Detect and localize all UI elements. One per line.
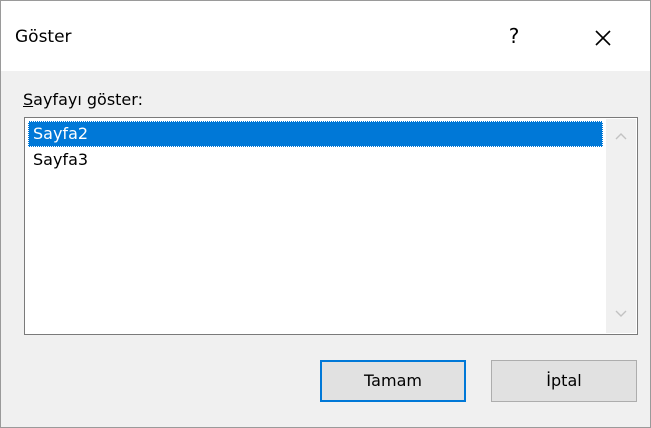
scroll-down-button[interactable] — [606, 300, 636, 330]
vertical-scrollbar[interactable] — [606, 119, 636, 333]
sheet-list: Sayfa2 Sayfa3 — [28, 121, 603, 173]
unhide-dialog: Göster ? Sayfayı göster: Sayfa2 Sayfa3 T… — [0, 0, 651, 428]
list-item-sayfa3[interactable]: Sayfa3 — [28, 147, 603, 173]
help-button[interactable]: ? — [499, 21, 529, 51]
cancel-button[interactable]: İptal — [491, 360, 637, 402]
close-icon — [586, 21, 620, 55]
ok-button[interactable]: Tamam — [320, 360, 466, 402]
chevron-up-icon — [606, 132, 636, 140]
label-accelerator: S — [23, 90, 34, 109]
dialog-title: Göster — [15, 27, 72, 47]
chevron-down-icon — [606, 310, 636, 318]
close-button[interactable] — [586, 21, 620, 55]
title-bar: Göster ? — [1, 1, 650, 71]
label-text: ayfayı göster: — [33, 90, 143, 109]
scroll-up-button[interactable] — [606, 122, 636, 152]
sheet-listbox[interactable]: Sayfa2 Sayfa3 — [24, 117, 638, 335]
unhide-sheet-label: Sayfayı göster: — [23, 90, 143, 109]
list-item-sayfa2[interactable]: Sayfa2 — [28, 121, 603, 147]
